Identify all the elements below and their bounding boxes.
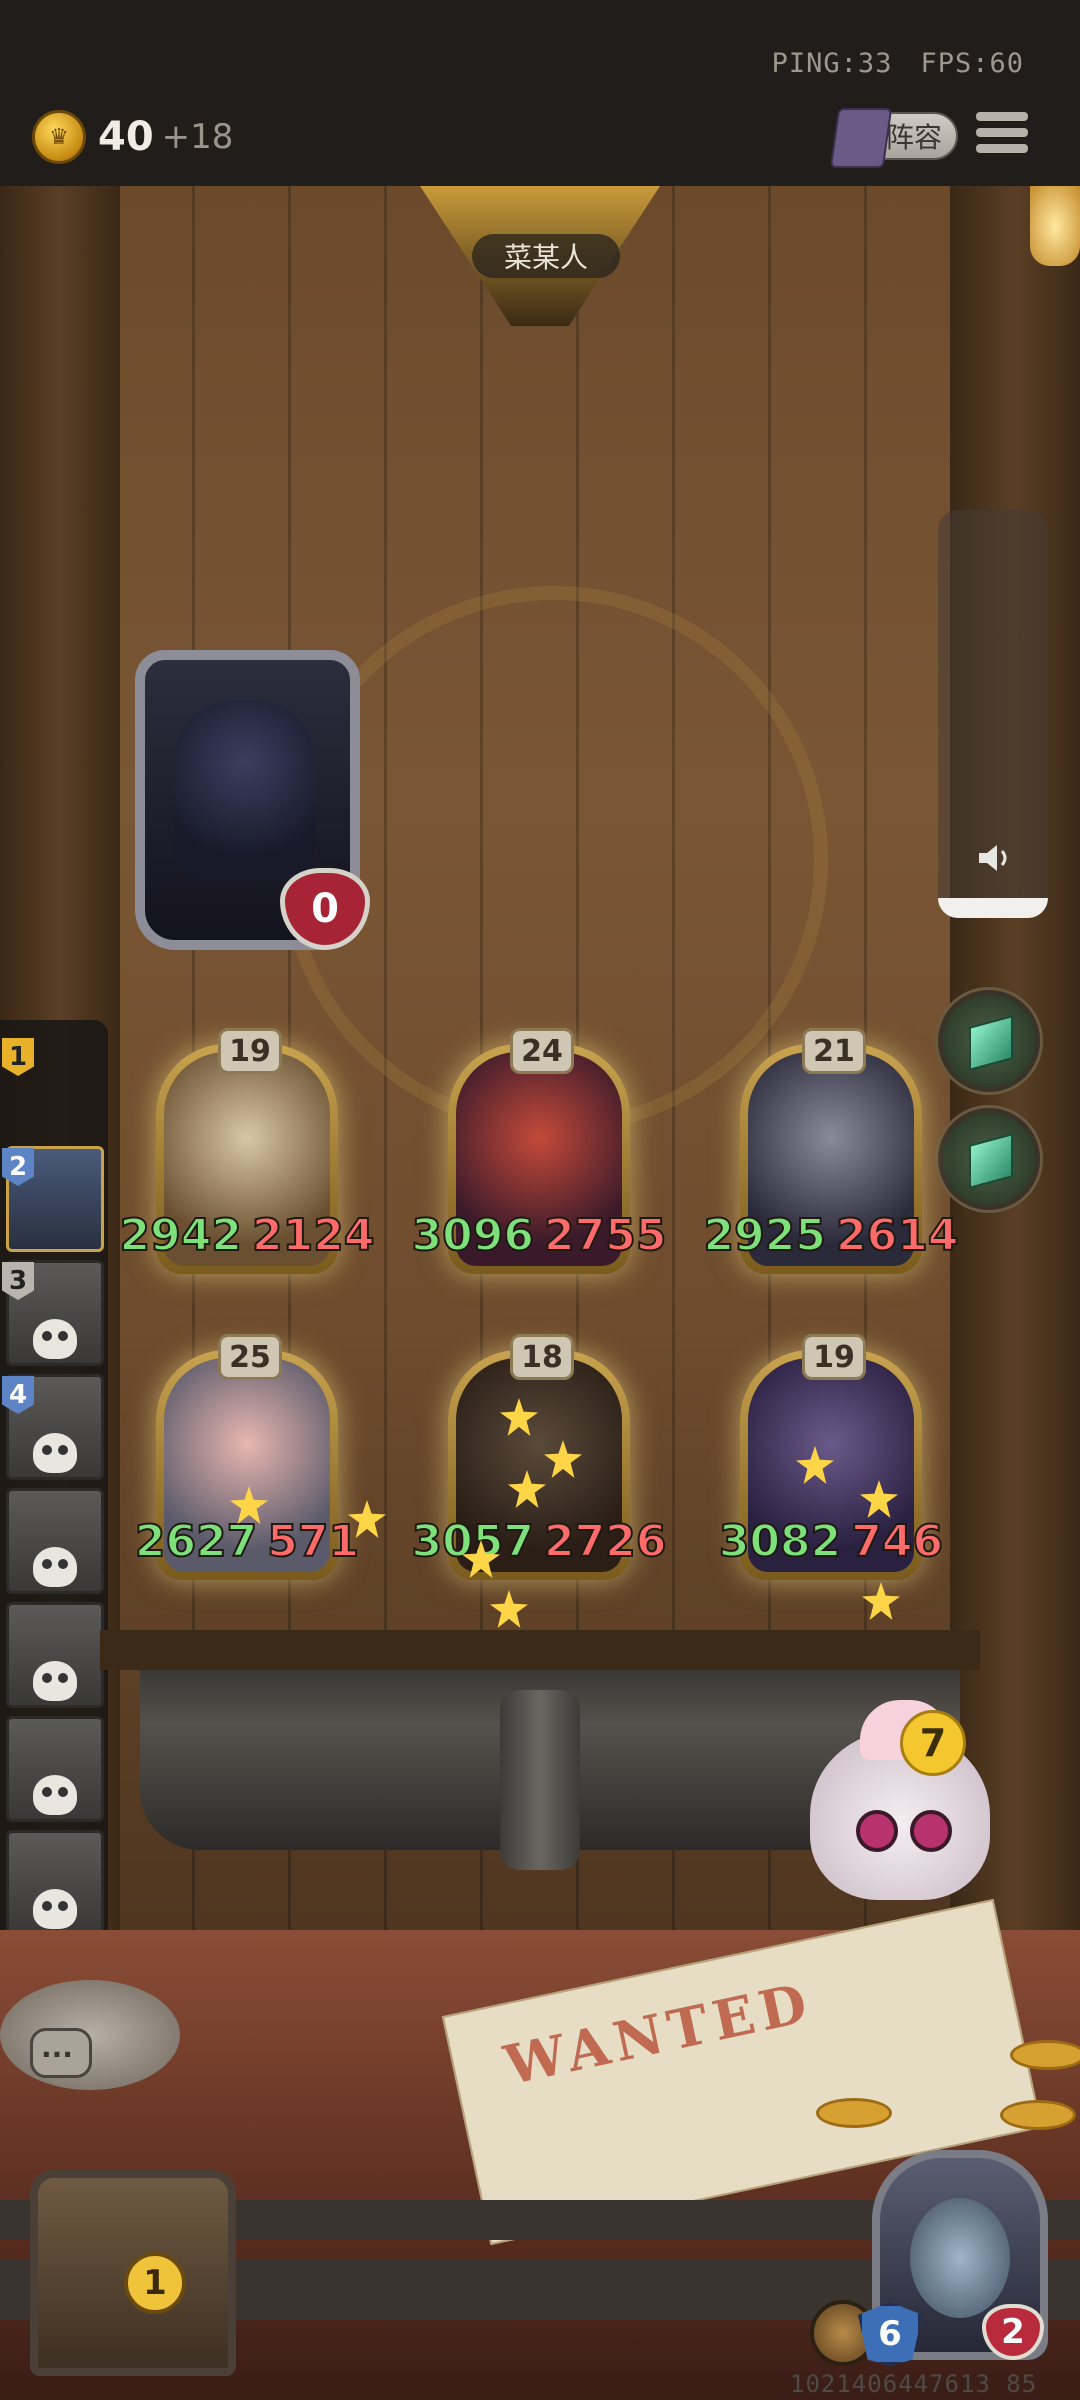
- coin-stack: [1000, 2100, 1076, 2130]
- unit-health: 2124: [251, 1209, 375, 1262]
- unit-attack: 2627: [134, 1515, 258, 1568]
- emerald-gem-icon: [969, 1133, 1013, 1189]
- skull-icon: [33, 1433, 77, 1473]
- unit-attack: 3082: [718, 1515, 842, 1568]
- unit-stats: 3057 2726: [409, 1515, 669, 1568]
- unit-card[interactable]: 24 3096 2755: [411, 1028, 667, 1274]
- network-stats: PING:33 FPS:60: [744, 48, 1024, 79]
- unit-card[interactable]: 19 2942 2124: [119, 1028, 375, 1274]
- unit-health: 2726: [543, 1515, 667, 1568]
- unit-stats: 2627 571: [117, 1515, 377, 1568]
- player-slot[interactable]: [6, 1830, 104, 1936]
- player-slot[interactable]: [6, 1488, 104, 1594]
- book-icon: [829, 108, 893, 168]
- coin-stack: [1010, 2040, 1080, 2070]
- unit-level: 19: [218, 1028, 282, 1074]
- unit-stats: 3082 746: [701, 1515, 961, 1568]
- chat-bubble-icon[interactable]: [30, 2028, 92, 2078]
- gold-counter: ♛ 40 +18: [32, 110, 233, 164]
- unit-card[interactable]: 21 2925 2614: [703, 1028, 959, 1274]
- coin-stack: [816, 2098, 892, 2128]
- unit-health: 2614: [835, 1209, 959, 1262]
- opponent-name: 菜某人: [472, 234, 620, 278]
- wall-lamp: [1030, 186, 1080, 266]
- freeze-gem-button[interactable]: [938, 1108, 1040, 1210]
- game-id: 1021406447613 85: [790, 2370, 1038, 2398]
- player-slot[interactable]: [6, 1602, 104, 1708]
- bar-ledge: [100, 1630, 980, 1670]
- skull-icon: [33, 1775, 77, 1815]
- beer-tap: [500, 1690, 580, 1870]
- ping-readout: PING:33: [771, 48, 893, 79]
- unit-attack: 2925: [703, 1209, 827, 1262]
- skull-icon: [33, 1319, 77, 1359]
- crown-coin-icon: ♛: [32, 110, 86, 164]
- unit-level: 24: [510, 1028, 574, 1074]
- skull-icon: [33, 1547, 77, 1587]
- hero-armor: 6: [858, 2302, 922, 2366]
- mascot-eye: [856, 1810, 898, 1852]
- unit-card[interactable]: 19 3082 746: [718, 1334, 944, 1580]
- hero-avatar: [910, 2198, 1010, 2318]
- mascot-eye: [910, 1810, 952, 1852]
- unit-stats: 2942 2124: [117, 1209, 377, 1262]
- plate: [0, 1980, 180, 2090]
- unit-card[interactable]: 18 3057 2726: [411, 1334, 667, 1580]
- refresh-gem-button[interactable]: [938, 990, 1040, 1092]
- volume-level: [938, 898, 1048, 918]
- lineup-label: 阵容: [885, 121, 942, 154]
- unit-stats: 2925 2614: [701, 1209, 961, 1262]
- lineup-button[interactable]: 阵容: [829, 108, 958, 168]
- rat-captain-avatar: [175, 700, 315, 880]
- unit-card[interactable]: 25 2627 571: [134, 1334, 360, 1580]
- player-slot[interactable]: [6, 1716, 104, 1822]
- gold-amount: 40: [98, 114, 154, 160]
- speaker-icon: [979, 845, 1007, 871]
- fps-readout: FPS:60: [920, 48, 1024, 79]
- volume-slider[interactable]: [938, 510, 1048, 918]
- gold-income: +18: [161, 117, 234, 157]
- unit-attack: 2942: [119, 1209, 243, 1262]
- skull-icon: [33, 1661, 77, 1701]
- unit-attack: 3096: [411, 1209, 535, 1262]
- unit-health: 746: [850, 1515, 944, 1568]
- mascot-counter: 7: [900, 1710, 966, 1776]
- unit-level: 21: [802, 1028, 866, 1074]
- shop-level: 1: [124, 2252, 186, 2314]
- unit-health: 2755: [543, 1209, 667, 1262]
- hamburger-menu-icon[interactable]: [976, 112, 1028, 162]
- unit-level: 18: [510, 1334, 574, 1380]
- rank-badge: 1: [2, 1038, 34, 1076]
- unit-stats: 3096 2755: [409, 1209, 669, 1262]
- unit-level: 25: [218, 1334, 282, 1380]
- unit-level: 19: [802, 1334, 866, 1380]
- player-rank-list: 1 2 3 4: [0, 1020, 108, 1940]
- emerald-gem-icon: [969, 1015, 1013, 1071]
- top-bar: PING:33 FPS:60 ♛ 40 +18 阵容: [0, 0, 1080, 190]
- skull-icon: [33, 1889, 77, 1929]
- unit-health: 571: [266, 1515, 360, 1568]
